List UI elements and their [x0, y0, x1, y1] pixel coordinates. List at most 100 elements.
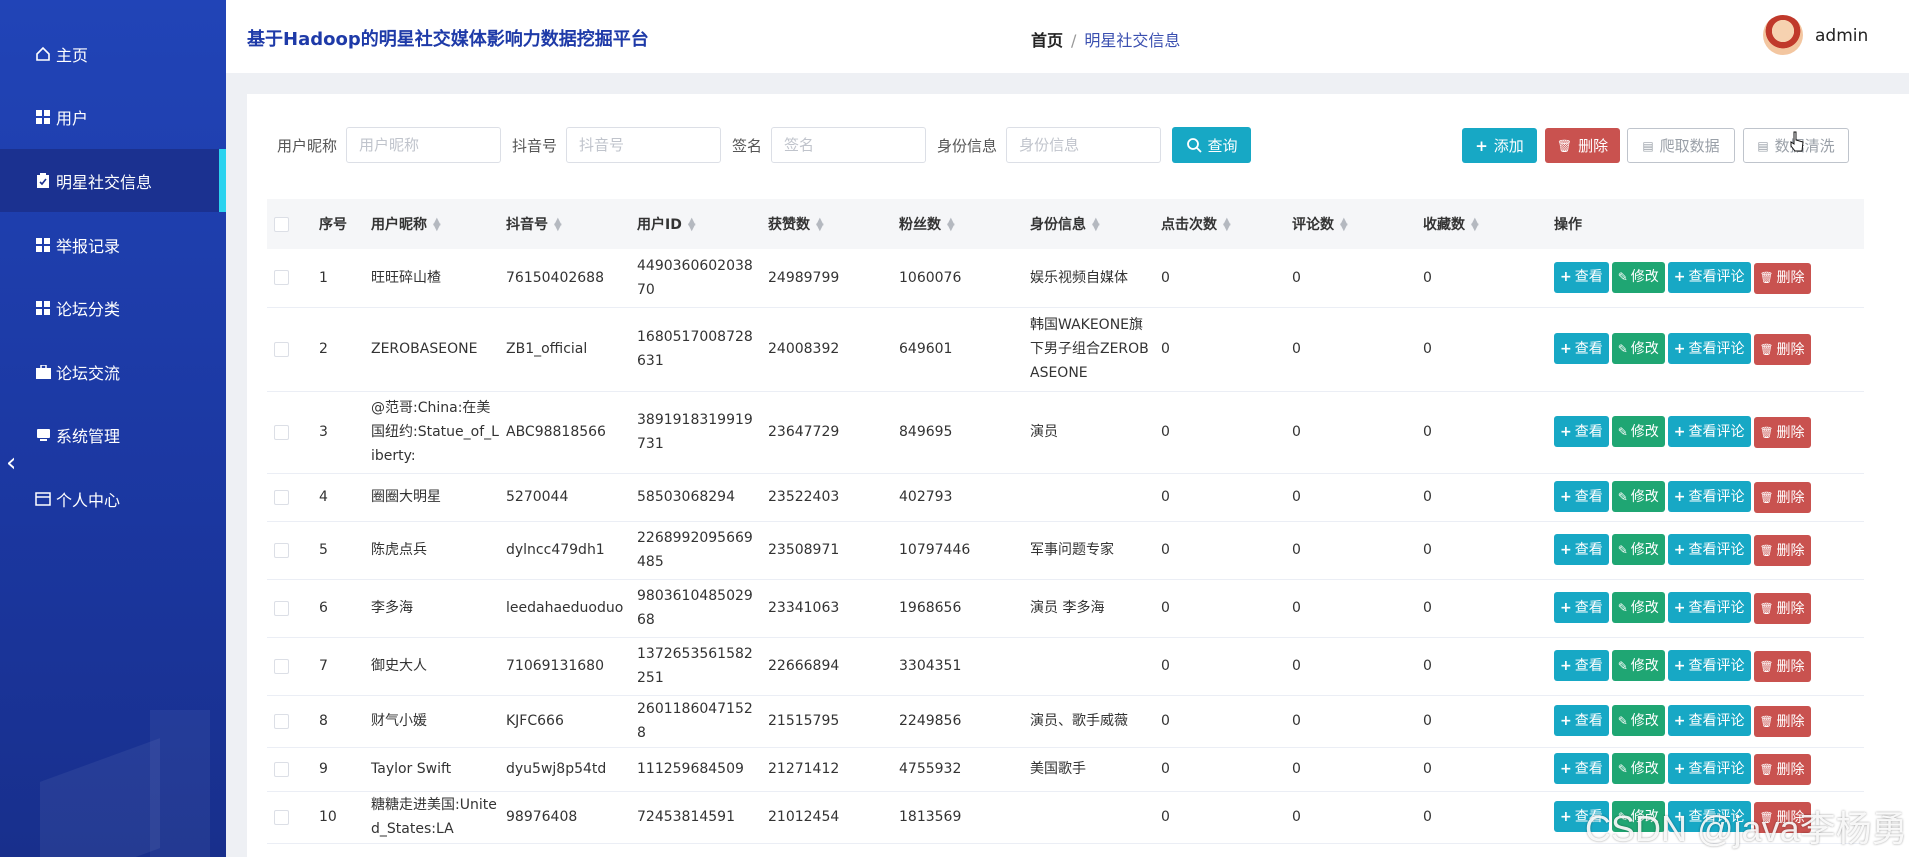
- col-header[interactable]: 身份信息 ▲ ▼: [1023, 199, 1154, 249]
- view-button[interactable]: + 查看: [1554, 753, 1609, 784]
- col-header[interactable]: 粉丝数 ▲ ▼: [892, 199, 1023, 249]
- row-checkbox[interactable]: [274, 761, 289, 777]
- view-button[interactable]: + 查看: [1554, 261, 1609, 293]
- query-button[interactable]: 查询: [1172, 127, 1252, 163]
- view-comments-button[interactable]: + 查看评论: [1667, 416, 1751, 447]
- crawl-data-button[interactable]: ▤ 爬取数据: [1627, 128, 1735, 163]
- douyin-input[interactable]: [566, 127, 722, 163]
- view-comments-button[interactable]: + 查看评论: [1667, 753, 1751, 784]
- view-comments-button[interactable]: + 查看评论: [1667, 705, 1751, 736]
- sort-icon[interactable]: ▲ ▼: [816, 217, 824, 233]
- row-select-cell[interactable]: [267, 521, 312, 580]
- view-comments-button[interactable]: + 查看评论: [1667, 481, 1751, 512]
- row-select-cell[interactable]: [267, 249, 312, 308]
- row-select-cell[interactable]: [267, 747, 312, 792]
- signature-input[interactable]: [771, 127, 927, 163]
- row-select-cell[interactable]: [267, 637, 312, 696]
- plus-icon: +: [1673, 657, 1686, 674]
- avatar[interactable]: [1763, 15, 1803, 55]
- edit-button[interactable]: ✎ 修改: [1611, 534, 1665, 565]
- batch-delete-button[interactable]: 🗑 删除: [1545, 128, 1620, 163]
- delete-button[interactable]: 🗑 删除: [1753, 262, 1811, 294]
- cell-clicks: 0: [1154, 791, 1285, 844]
- edit-button[interactable]: ✎ 修改: [1611, 753, 1665, 784]
- view-comments-button[interactable]: + 查看评论: [1667, 650, 1751, 681]
- col-header[interactable]: 获赞数 ▲ ▼: [761, 199, 892, 249]
- delete-button[interactable]: 🗑 删除: [1753, 334, 1811, 365]
- sort-icon[interactable]: ▲ ▼: [1340, 217, 1348, 233]
- view-comments-button[interactable]: + 查看评论: [1667, 333, 1751, 364]
- row-checkbox[interactable]: [274, 542, 289, 558]
- view-comments-button[interactable]: + 查看评论: [1667, 592, 1751, 623]
- edit-button[interactable]: ✎ 修改: [1611, 705, 1665, 736]
- view-comments-button[interactable]: + 查看评论: [1667, 261, 1751, 293]
- delete-button[interactable]: 🗑 删除: [1753, 482, 1811, 513]
- row-checkbox[interactable]: [274, 658, 289, 674]
- sidebar-item-profile[interactable]: 个人中心: [0, 467, 226, 530]
- col-header[interactable]: 抖音号 ▲ ▼: [499, 199, 630, 249]
- identity-input[interactable]: [1006, 127, 1162, 163]
- sidebar-item-forum[interactable]: 论坛交流: [0, 340, 226, 403]
- view-comments-button[interactable]: + 查看评论: [1667, 534, 1751, 565]
- row-checkbox[interactable]: [274, 270, 289, 286]
- row-select-cell[interactable]: [267, 791, 312, 844]
- breadcrumb-home[interactable]: 首页: [1031, 31, 1063, 50]
- add-button[interactable]: + 添加: [1462, 128, 1537, 163]
- sort-icon[interactable]: ▲ ▼: [433, 217, 441, 233]
- sort-icon[interactable]: ▲ ▼: [688, 217, 696, 233]
- delete-button[interactable]: 🗑 删除: [1753, 651, 1811, 682]
- col-header[interactable]: 用户昵称 ▲ ▼: [364, 199, 499, 249]
- sidebar-item-star-social[interactable]: 明星社交信息: [0, 149, 226, 212]
- edit-button[interactable]: ✎ 修改: [1611, 261, 1665, 293]
- delete-button[interactable]: 🗑 删除: [1753, 535, 1811, 566]
- view-button[interactable]: + 查看: [1554, 592, 1609, 623]
- sort-icon[interactable]: ▲ ▼: [554, 217, 562, 233]
- sidebar-item-reports[interactable]: 举报记录: [0, 213, 226, 276]
- row-checkbox[interactable]: [274, 600, 289, 616]
- sidebar-item-home[interactable]: 主页: [0, 22, 226, 85]
- edit-button[interactable]: ✎ 修改: [1611, 650, 1665, 681]
- sort-icon[interactable]: ▲ ▼: [1471, 217, 1479, 233]
- col-header[interactable]: 点击次数 ▲ ▼: [1154, 199, 1285, 249]
- sidebar-item-users[interactable]: 用户: [0, 85, 226, 148]
- delete-button[interactable]: 🗑 删除: [1753, 706, 1811, 737]
- row-checkbox[interactable]: [274, 341, 289, 357]
- row-checkbox[interactable]: [274, 809, 289, 825]
- row-select-cell[interactable]: [267, 391, 312, 474]
- col-header[interactable]: 评论数 ▲ ▼: [1285, 199, 1416, 249]
- delete-button[interactable]: 🗑 删除: [1753, 417, 1811, 448]
- sort-icon[interactable]: ▲ ▼: [947, 217, 955, 233]
- row-checkbox[interactable]: [274, 713, 289, 729]
- row-checkbox[interactable]: [274, 489, 289, 505]
- row-select-cell[interactable]: [267, 579, 312, 638]
- chevron-left-icon[interactable]: ‹: [6, 448, 16, 478]
- delete-button[interactable]: 🗑 删除: [1753, 593, 1811, 624]
- plus-icon: +: [1560, 657, 1572, 674]
- row-select-cell[interactable]: [267, 473, 312, 522]
- nickname-input[interactable]: [346, 127, 502, 163]
- edit-button[interactable]: ✎ 修改: [1611, 416, 1665, 447]
- sidebar-item-forum-category[interactable]: 论坛分类: [0, 276, 226, 339]
- sort-icon[interactable]: ▲ ▼: [1223, 217, 1231, 233]
- edit-button[interactable]: ✎ 修改: [1611, 592, 1665, 623]
- view-button[interactable]: + 查看: [1554, 534, 1609, 565]
- view-button[interactable]: + 查看: [1554, 333, 1609, 364]
- col-header[interactable]: 用户ID ▲ ▼: [630, 199, 761, 249]
- view-button[interactable]: + 查看: [1554, 650, 1609, 681]
- username[interactable]: admin: [1815, 26, 1868, 46]
- row-select-cell[interactable]: [267, 695, 312, 748]
- select-all-checkbox[interactable]: [274, 216, 289, 232]
- row-select-cell[interactable]: [267, 307, 312, 392]
- delete-button[interactable]: 🗑 删除: [1753, 754, 1811, 785]
- cell-clicks: 0: [1154, 747, 1285, 792]
- view-button[interactable]: + 查看: [1554, 705, 1609, 736]
- row-checkbox[interactable]: [274, 424, 289, 440]
- view-button[interactable]: + 查看: [1554, 481, 1609, 512]
- col-header[interactable]: 收藏数 ▲ ▼: [1416, 199, 1547, 249]
- view-button[interactable]: + 查看: [1554, 416, 1609, 447]
- edit-button[interactable]: ✎ 修改: [1611, 333, 1665, 364]
- sidebar-item-system[interactable]: 系统管理: [0, 403, 226, 466]
- edit-button[interactable]: ✎ 修改: [1611, 481, 1665, 512]
- sort-icon[interactable]: ▲ ▼: [1092, 217, 1100, 233]
- select-all-cell[interactable]: [267, 199, 312, 249]
